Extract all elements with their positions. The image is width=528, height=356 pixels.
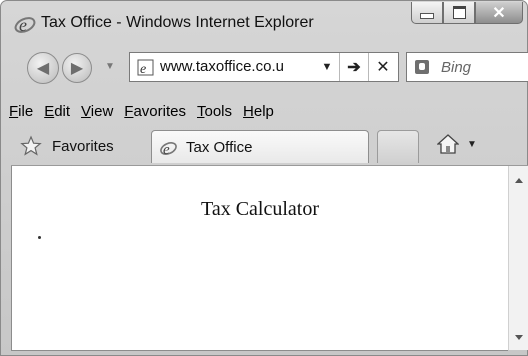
menu-tools[interactable]: Tools (197, 103, 232, 120)
ie-logo-icon: e (14, 15, 36, 35)
tab-label: Tax Office (186, 139, 253, 156)
svg-text:e: e (163, 142, 170, 158)
maximize-button[interactable] (443, 2, 475, 24)
favorites-label: Favorites (52, 137, 114, 155)
menu-favorites[interactable]: Favorites (124, 103, 186, 120)
back-button[interactable]: ◀ (27, 52, 59, 84)
page-content: Tax Calculator (11, 166, 508, 351)
favorites-tab-bar: Favorites e Tax Office ▼ (11, 127, 528, 166)
bullet-dot (38, 236, 41, 239)
menu-help[interactable]: Help (243, 103, 274, 120)
minimize-button[interactable] (411, 2, 443, 24)
menu-file[interactable]: File (9, 103, 33, 120)
close-button[interactable]: ✕ (475, 2, 523, 24)
menu-edit[interactable]: Edit (44, 103, 70, 120)
menu-bar: File Edit View Favorites Tools Help (9, 98, 528, 124)
scroll-down-icon[interactable] (515, 335, 523, 340)
svg-text:e: e (140, 62, 146, 76)
go-button[interactable]: ➔ (342, 55, 366, 79)
address-divider (339, 53, 340, 81)
forward-arrow-icon: ▶ (70, 60, 84, 77)
vertical-scrollbar[interactable] (508, 166, 528, 350)
search-input[interactable]: Bing (441, 59, 471, 76)
navigation-bar: ◀ ▶ ▼ e www.taxoffice.co.u ▼ ➔ ✕ Bing (1, 46, 528, 92)
minimize-icon (420, 13, 434, 19)
tab-tax-office[interactable]: e Tax Office (151, 130, 369, 163)
maximize-icon (452, 6, 466, 19)
bing-icon (415, 60, 429, 74)
ie-page-icon: e (160, 142, 177, 158)
home-icon[interactable] (437, 133, 459, 155)
back-arrow-icon: ◀ (36, 60, 50, 77)
favorites-button[interactable]: Favorites (20, 132, 150, 160)
go-arrow-icon: ➔ (347, 59, 361, 76)
page-icon: e (137, 59, 154, 76)
close-icon: ✕ (492, 4, 506, 22)
stop-button[interactable]: ✕ (371, 55, 395, 79)
address-bar[interactable]: e www.taxoffice.co.u ▼ ➔ ✕ (129, 52, 399, 82)
star-icon (20, 135, 42, 156)
svg-text:e: e (19, 15, 27, 35)
title-bar[interactable]: e Tax Office - Windows Internet Explorer… (1, 1, 528, 43)
address-divider (368, 53, 369, 81)
address-url[interactable]: www.taxoffice.co.u (160, 58, 284, 75)
page-title: Tax Calculator (201, 198, 319, 220)
forward-button[interactable]: ▶ (62, 53, 92, 83)
home-dropdown-icon[interactable]: ▼ (467, 139, 477, 150)
caption-buttons: ✕ (411, 2, 523, 26)
address-dropdown-icon[interactable]: ▼ (315, 55, 339, 79)
history-dropdown-icon[interactable]: ▼ (105, 61, 115, 72)
browser-window: e Tax Office - Windows Internet Explorer… (0, 0, 528, 356)
menu-view[interactable]: View (81, 103, 113, 120)
new-tab-button[interactable] (377, 130, 419, 163)
stop-x-icon: ✕ (376, 59, 390, 76)
scroll-up-icon[interactable] (515, 178, 523, 183)
search-box[interactable]: Bing (406, 52, 528, 82)
window-title: Tax Office - Windows Internet Explorer (41, 14, 314, 31)
